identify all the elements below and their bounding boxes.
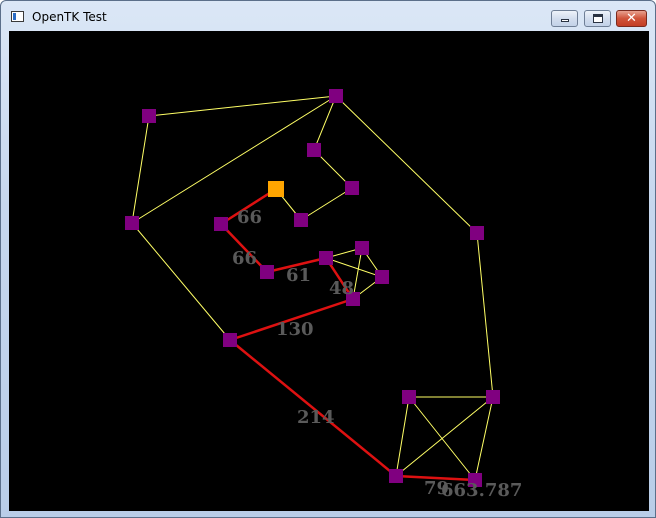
edge-weight-label: 66 [237, 207, 262, 228]
graph-node[interactable] [142, 109, 156, 123]
close-icon: ✕ [626, 11, 637, 26]
minimize-icon [561, 19, 569, 22]
graph-node[interactable] [375, 270, 389, 284]
start-node[interactable] [268, 181, 284, 197]
edge-weight-label: 61 [286, 265, 311, 286]
maximize-button[interactable] [584, 10, 611, 27]
edge-weight-label: 66 [232, 248, 257, 269]
graph-drawing: 66 66 61 48 130 214 79 663.787 [125, 89, 522, 501]
window-title: OpenTK Test [32, 10, 107, 24]
title-bar[interactable]: OpenTK Test ✕ [1, 1, 655, 31]
graph-node[interactable] [214, 217, 228, 231]
minimize-button[interactable] [551, 10, 578, 27]
opengl-canvas[interactable]: 66 66 61 48 130 214 79 663.787 [9, 31, 649, 511]
graph-node[interactable] [470, 226, 484, 240]
graph-edge [131, 115, 150, 224]
shortest-path [219, 187, 477, 482]
graph-edge [131, 95, 337, 224]
path-total-label: 663.787 [441, 480, 522, 501]
graph-edge [476, 232, 494, 398]
edge-weight-label: 130 [276, 319, 314, 340]
graph-node[interactable] [294, 213, 308, 227]
graph-node[interactable] [389, 469, 403, 483]
graph-edge [352, 247, 363, 300]
close-button[interactable]: ✕ [616, 10, 647, 27]
graph-node[interactable] [307, 143, 321, 157]
app-window: OpenTK Test ✕ 66 66 61 48 130 214 79 663… [0, 0, 656, 518]
maximize-icon [593, 14, 603, 23]
graph-node[interactable] [260, 265, 274, 279]
graph-node[interactable] [125, 216, 139, 230]
graph-node[interactable] [345, 181, 359, 195]
graph-node[interactable] [329, 89, 343, 103]
app-window-icon [11, 11, 24, 22]
graph-edge [131, 222, 231, 341]
graph-node[interactable] [223, 333, 237, 347]
edge-weight-label: 214 [297, 407, 335, 428]
graph-edge [325, 257, 383, 278]
graph-node[interactable] [319, 251, 333, 265]
graph-node[interactable] [355, 241, 369, 255]
graph-node[interactable] [402, 390, 416, 404]
graph-edge [335, 95, 478, 234]
graph-edge [300, 187, 353, 221]
graph-node[interactable] [486, 390, 500, 404]
graph-edge [313, 95, 337, 151]
graph-edge [395, 396, 410, 477]
edge-weight-label: 48 [329, 278, 354, 299]
